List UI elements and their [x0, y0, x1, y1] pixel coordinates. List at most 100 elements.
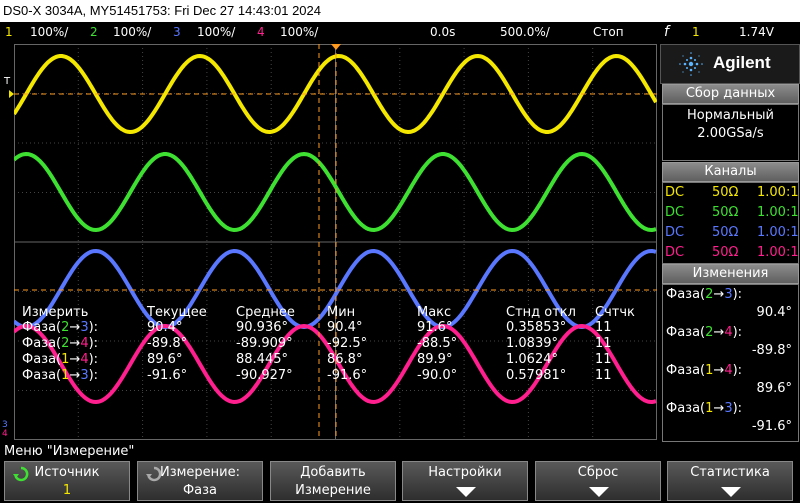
ch2-number[interactable]: 2	[90, 22, 98, 42]
softkey-6[interactable]: Статистика	[667, 461, 793, 501]
table-cell-min: -92.5°	[327, 336, 368, 351]
channel-row-1: DC 50Ω 1.00:1	[664, 183, 799, 203]
ch2-coupling: DC	[665, 205, 685, 220]
measurements-panel: Фаза(2→3): 90.4° Фаза(2→4): -89.8° Фаза(1→4)…	[662, 284, 799, 442]
ch4-number[interactable]: 4	[257, 22, 265, 42]
brand-name: Agilent	[713, 53, 771, 72]
ch4-coupling: DC	[665, 245, 685, 260]
table-cell-min: -91.6°	[327, 368, 368, 383]
softkey-label: Сброс	[577, 465, 619, 480]
table-header: Среднее	[236, 305, 295, 320]
softkey-value: Измерение	[295, 483, 371, 498]
measurement-label: Фаза(2→3):	[666, 287, 743, 302]
ch3-number[interactable]: 3	[173, 22, 181, 42]
table-header: Измерить	[22, 305, 89, 320]
ch3-impedance: 50Ω	[712, 225, 739, 240]
ch1-coupling: DC	[665, 185, 685, 200]
ch1-scale: 100%/	[30, 25, 69, 39]
table-cell-count: 11	[595, 320, 612, 335]
softkey-value: 1	[62, 483, 72, 498]
table-cell-mean: 90.936°	[236, 320, 288, 335]
table-cell-mean: -90.927°	[236, 368, 293, 383]
ch3-coupling: DC	[665, 225, 685, 240]
sample-rate: 2.00GSa/s	[697, 126, 764, 141]
ch1-probe: 1.00:1	[757, 185, 799, 200]
table-cell-max: -90.0°	[417, 368, 458, 383]
measurement-label: Фаза(2→4):	[666, 325, 743, 340]
ch3-probe: 1.00:1	[757, 225, 799, 240]
ch4-scale: 100%/	[280, 25, 319, 39]
acquisition-panel: Нормальный 2.00GSa/s	[662, 104, 799, 161]
table-cell-max: -88.5°	[417, 336, 458, 351]
table-row-label: Фаза(2→3):	[22, 320, 99, 335]
agilent-logo: Agilent	[660, 44, 800, 84]
table-cell-min: 86.8°	[327, 352, 363, 367]
table-cell-max: 91.6°	[417, 320, 453, 335]
table-header: Стнд откл	[506, 305, 576, 320]
timebase: 500.0%/	[500, 25, 550, 39]
softkey-3[interactable]: Добавить Измерение	[270, 461, 396, 501]
trigger-channel: 1	[692, 25, 700, 39]
channel-row-4: DC 50Ω 1.00:1	[664, 243, 799, 263]
channels-header: Каналы	[662, 162, 799, 182]
softkey-label: Статистика	[690, 465, 770, 480]
measurements-header: Изменения	[662, 264, 799, 284]
submenu-arrow-icon	[721, 487, 741, 497]
ch1-number[interactable]: 1	[5, 22, 13, 42]
ch2-probe: 1.00:1	[757, 205, 799, 220]
ch2-impedance: 50Ω	[712, 205, 739, 220]
acquisition-mode: Нормальный	[687, 108, 774, 123]
ch3-scale: 100%/	[197, 25, 236, 39]
table-cell-std: 1.0839°	[506, 336, 558, 351]
ch4-probe: 1.00:1	[757, 245, 799, 260]
submenu-arrow-icon	[456, 487, 476, 497]
table-cell-max: 89.9°	[417, 352, 453, 367]
softkey-5[interactable]: Сброс	[535, 461, 661, 501]
softkey-2[interactable]: Измерение: Фаза	[137, 461, 263, 501]
table-cell-std: 0.57981°	[506, 368, 567, 383]
ch4-impedance: 50Ω	[712, 245, 739, 260]
table-cell-std: 0.35853°	[506, 320, 567, 335]
table-cell-cur: -89.8°	[147, 336, 188, 351]
time-delay: 0.0s	[430, 25, 456, 39]
table-cell-std: 1.0624°	[506, 352, 558, 367]
measurement-value: -89.8°	[751, 343, 792, 358]
table-cell-cur: 89.6°	[147, 352, 183, 367]
menu-title: Меню "Измерение"	[4, 444, 135, 459]
measurement-label: Фаза(1→4):	[666, 363, 743, 378]
table-row-label: Фаза(1→3):	[22, 368, 99, 383]
table-cell-cur: 90.4°	[147, 320, 183, 335]
agilent-spark-icon	[679, 52, 703, 76]
table-row-label: Фаза(2→4):	[22, 336, 99, 351]
run-state: Стоп	[593, 25, 624, 39]
window-title: DS0-X 3034A, MY51451753: Fri Dec 27 14:4…	[0, 0, 800, 22]
softkey-label: Настройки	[428, 465, 502, 480]
measurement-label: Фаза(1→3):	[666, 401, 743, 416]
table-header: Счтчк	[595, 305, 635, 320]
measurement-value: 89.6°	[756, 381, 792, 396]
measurement-value: 90.4°	[756, 305, 792, 320]
acquisition-header: Сбор данных	[662, 84, 799, 104]
ch2-scale: 100%/	[113, 25, 152, 39]
table-row-label: Фаза(1→4):	[22, 352, 99, 367]
table-header: Мин	[327, 305, 356, 320]
table-header: Макс	[417, 305, 452, 320]
ch1-impedance: 50Ω	[712, 185, 739, 200]
rotate-knob-icon	[146, 466, 162, 482]
ch1-ground-marker	[9, 90, 14, 98]
softkey-4[interactable]: Настройки	[402, 461, 528, 501]
trigger-edge-icon: f	[664, 24, 669, 40]
channels-panel: DC 50Ω 1.00:1 DC 50Ω 1.00:1 DC 50Ω 1.00:…	[662, 182, 799, 264]
softkey-value: Фаза	[182, 483, 218, 498]
trigger-level-marker: T	[4, 76, 11, 87]
rotate-knob-icon	[13, 466, 29, 482]
table-cell-mean: 88.445°	[236, 352, 288, 367]
softkey-label: Добавить	[300, 465, 366, 480]
table-cell-cur: -91.6°	[147, 368, 188, 383]
softkey-1[interactable]: Источник 1	[4, 461, 130, 501]
channel-row-3: DC 50Ω 1.00:1	[664, 223, 799, 243]
submenu-arrow-icon	[589, 487, 609, 497]
channel-row-2: DC 50Ω 1.00:1	[664, 203, 799, 223]
measurement-value: -91.6°	[751, 419, 792, 434]
table-cell-count: 11	[595, 352, 612, 367]
